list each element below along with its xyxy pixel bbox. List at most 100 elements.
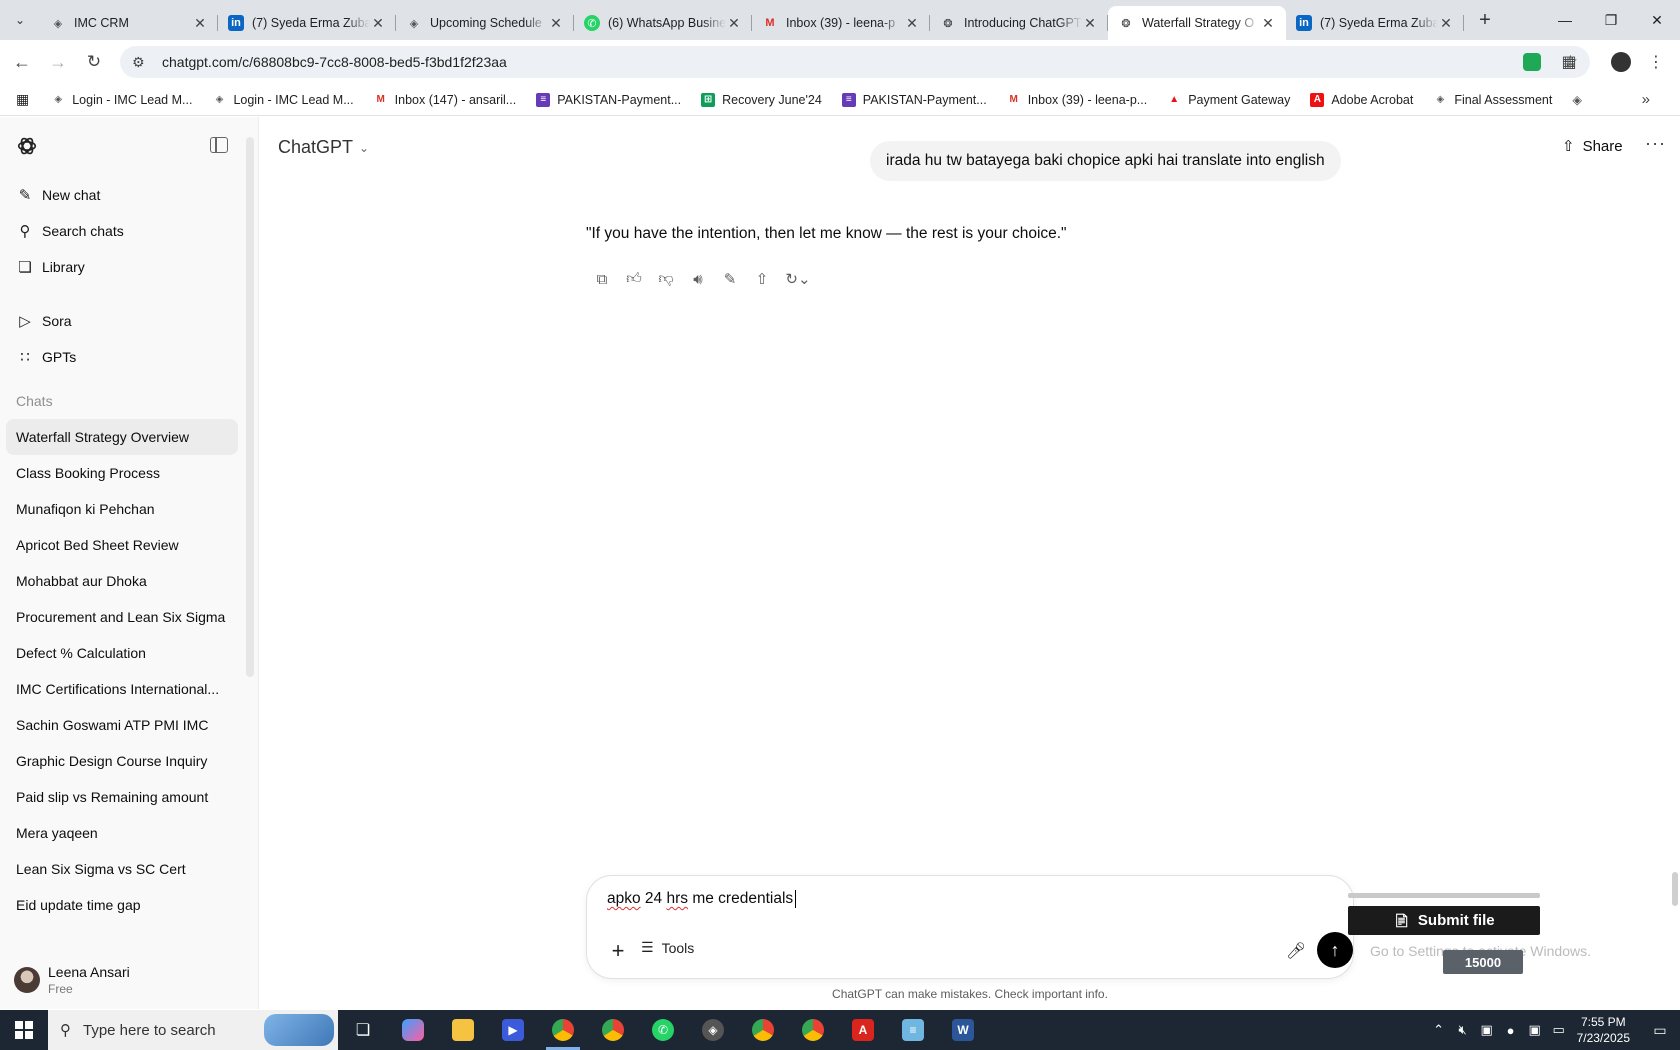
bookmark-item[interactable]: ≡ PAKISTAN-Payment...	[841, 92, 987, 107]
chat-item[interactable]: Mohabbat aur Dhoka	[6, 563, 238, 599]
user-profile-button[interactable]: Leena Ansari Free	[0, 951, 258, 1009]
model-selector[interactable]: ChatGPT ⌄	[278, 137, 369, 158]
regenerate-icon[interactable]: ↻⌄	[778, 263, 818, 295]
bookmark-item[interactable]: M Inbox (39) - leena-p...	[1007, 93, 1148, 107]
volume-muted-icon[interactable]: 🔇︎	[1451, 1022, 1475, 1038]
profile-avatar-icon[interactable]	[1609, 50, 1633, 74]
chat-item[interactable]: Defect % Calculation	[6, 635, 238, 671]
chat-item[interactable]: Procurement and Lean Six Sigma	[6, 599, 238, 635]
close-tab-icon[interactable]: ✕	[370, 15, 386, 32]
whatsapp-extension-icon[interactable]	[1520, 50, 1544, 74]
whatsapp-taskbar-icon[interactable]: ✆	[638, 1010, 688, 1050]
meet-now-icon[interactable]: ▣	[1523, 1022, 1547, 1038]
bookmark-item[interactable]: ▲ Payment Gateway	[1167, 93, 1290, 107]
browser-tab[interactable]: in (7) Syeda Erma Zubair ✕	[1286, 6, 1464, 40]
notepad-icon[interactable]: ≡	[888, 1010, 938, 1050]
task-view-icon[interactable]: ❏	[338, 1010, 388, 1050]
file-explorer-icon[interactable]	[438, 1010, 488, 1050]
send-button[interactable]: ↑	[1317, 932, 1353, 968]
add-attachment-button[interactable]: +	[603, 936, 633, 966]
prompt-input[interactable]: apko 24 hrs me credentials	[607, 890, 797, 908]
chat-item[interactable]: Mera yaqeen	[6, 815, 238, 851]
back-button[interactable]: ←	[4, 44, 40, 80]
apps-grid-icon[interactable]: ▦	[16, 91, 29, 108]
browser-tab[interactable]: ❂ Introducing ChatGPT ✕	[930, 6, 1108, 40]
browser-tab[interactable]: in (7) Syeda Erma Zubair ✕	[218, 6, 396, 40]
chat-item[interactable]: Eid update time gap	[6, 887, 238, 923]
browser-tab-active[interactable]: ❂ Waterfall Strategy O ✕	[1108, 6, 1286, 40]
copy-icon[interactable]: ⧉	[586, 263, 618, 295]
chat-item[interactable]: Paid slip vs Remaining amount	[6, 779, 238, 815]
bookmark-item[interactable]: ≡ PAKISTAN-Payment...	[536, 92, 681, 107]
chrome-icon[interactable]	[738, 1010, 788, 1050]
library-button[interactable]: ❏ Library	[6, 249, 238, 285]
close-tab-icon[interactable]: ✕	[1260, 15, 1276, 32]
microphone-icon[interactable]: 🎤︎	[1283, 938, 1309, 964]
display-icon[interactable]: ▭	[1547, 1022, 1571, 1038]
url-field[interactable]: ⚙ chatgpt.com/c/68808bc9-7cc8-8008-bed5-…	[120, 46, 1590, 78]
read-aloud-icon[interactable]: 🔊︎	[682, 263, 714, 295]
close-tab-icon[interactable]: ✕	[1082, 15, 1098, 32]
bookmark-item[interactable]: A Adobe Acrobat	[1310, 92, 1413, 107]
browser-tab[interactable]: M Inbox (39) - leena-p ✕	[752, 6, 930, 40]
minimize-icon[interactable]: —	[1542, 0, 1588, 40]
gpts-button[interactable]: ∷ GPTs	[6, 339, 238, 375]
start-button[interactable]	[0, 1010, 48, 1050]
browser-tab[interactable]: ◈ IMC CRM ✕	[40, 6, 218, 40]
sidebar-toggle-icon[interactable]	[210, 137, 228, 153]
bookmark-item[interactable]: M Inbox (147) - ansaril...	[374, 93, 516, 107]
more-options-icon[interactable]: ···	[1645, 133, 1666, 154]
tab-search-button[interactable]: ⌄	[0, 0, 40, 40]
chrome-icon[interactable]	[538, 1010, 588, 1050]
chat-item-active[interactable]: Waterfall Strategy Overview	[6, 419, 238, 455]
bookmark-item[interactable]: ◈ Login - IMC Lead M...	[51, 93, 192, 107]
taskbar-search[interactable]: ⚲ Type here to search	[48, 1010, 338, 1050]
close-window-icon[interactable]: ✕	[1634, 0, 1680, 40]
close-tab-icon[interactable]: ✕	[904, 15, 920, 32]
tools-button[interactable]: ☰ Tools	[641, 939, 694, 956]
close-tab-icon[interactable]: ✕	[548, 15, 564, 32]
more-bookmarks-icon[interactable]: »	[1642, 91, 1650, 108]
extensions-icon[interactable]: ▦	[1557, 50, 1581, 74]
bookmark-item[interactable]: ◈ Final Assessment	[1433, 93, 1553, 107]
copilot-icon[interactable]	[388, 1010, 438, 1050]
share-button[interactable]: ⇧ Share	[1562, 137, 1623, 156]
network-icon[interactable]: ●	[1499, 1023, 1523, 1038]
chevron-up-icon[interactable]: ⌃	[1427, 1022, 1451, 1038]
chat-item[interactable]: IMC Certifications International...	[6, 671, 238, 707]
acrobat-taskbar-icon[interactable]: A	[838, 1010, 888, 1050]
chat-item[interactable]: Graphic Design Course Inquiry	[6, 743, 238, 779]
tray-app-icon[interactable]: ▣	[1475, 1022, 1499, 1038]
close-tab-icon[interactable]: ✕	[726, 15, 742, 32]
new-chat-button[interactable]: ✎ New chat	[6, 177, 238, 213]
search-chats-button[interactable]: ⚲ Search chats	[6, 213, 238, 249]
thumbs-up-icon[interactable]: 👍︎	[618, 263, 650, 295]
sora-button[interactable]: ▷ Sora	[6, 303, 238, 339]
app-icon[interactable]: ◈	[688, 1010, 738, 1050]
edit-icon[interactable]: ✎	[714, 263, 746, 295]
bookmark-item[interactable]: ⊞ Recovery June'24	[701, 92, 822, 107]
new-tab-button[interactable]: +	[1470, 9, 1500, 32]
close-tab-icon[interactable]: ✕	[192, 15, 208, 32]
sidebar-scrollbar[interactable]	[246, 137, 254, 677]
close-tab-icon[interactable]: ✕	[1438, 15, 1454, 32]
chat-item[interactable]: Apricot Bed Sheet Review	[6, 527, 238, 563]
openai-logo-icon[interactable]	[16, 135, 38, 157]
browser-tab[interactable]: ✆ (6) WhatsApp Business ✕	[574, 6, 752, 40]
browser-menu-icon[interactable]: ⋮	[1644, 50, 1668, 74]
media-app-icon[interactable]: ▶	[488, 1010, 538, 1050]
browser-tab[interactable]: ◈ Upcoming Schedule ✕	[396, 6, 574, 40]
chrome-profile-icon[interactable]	[588, 1010, 638, 1050]
bookmark-item[interactable]: ◈ Login - IMC Lead M...	[212, 93, 354, 107]
forward-button[interactable]: →	[40, 44, 76, 80]
reload-button[interactable]: ↻	[76, 44, 112, 80]
composer[interactable]: apko 24 hrs me credentials + ☰ Tools 🎤︎ …	[586, 875, 1354, 979]
clock[interactable]: 7:55 PM 7/23/2025	[1577, 1014, 1630, 1046]
main-scrollbar[interactable]	[1672, 872, 1678, 906]
chrome-icon[interactable]	[788, 1010, 838, 1050]
chat-item[interactable]: Sachin Goswami ATP PMI IMC	[6, 707, 238, 743]
chat-item[interactable]: Class Booking Process	[6, 455, 238, 491]
word-icon[interactable]: W	[938, 1010, 988, 1050]
notifications-icon[interactable]: ▭	[1640, 1022, 1680, 1039]
imc-icon[interactable]: ◈	[1572, 92, 1582, 107]
